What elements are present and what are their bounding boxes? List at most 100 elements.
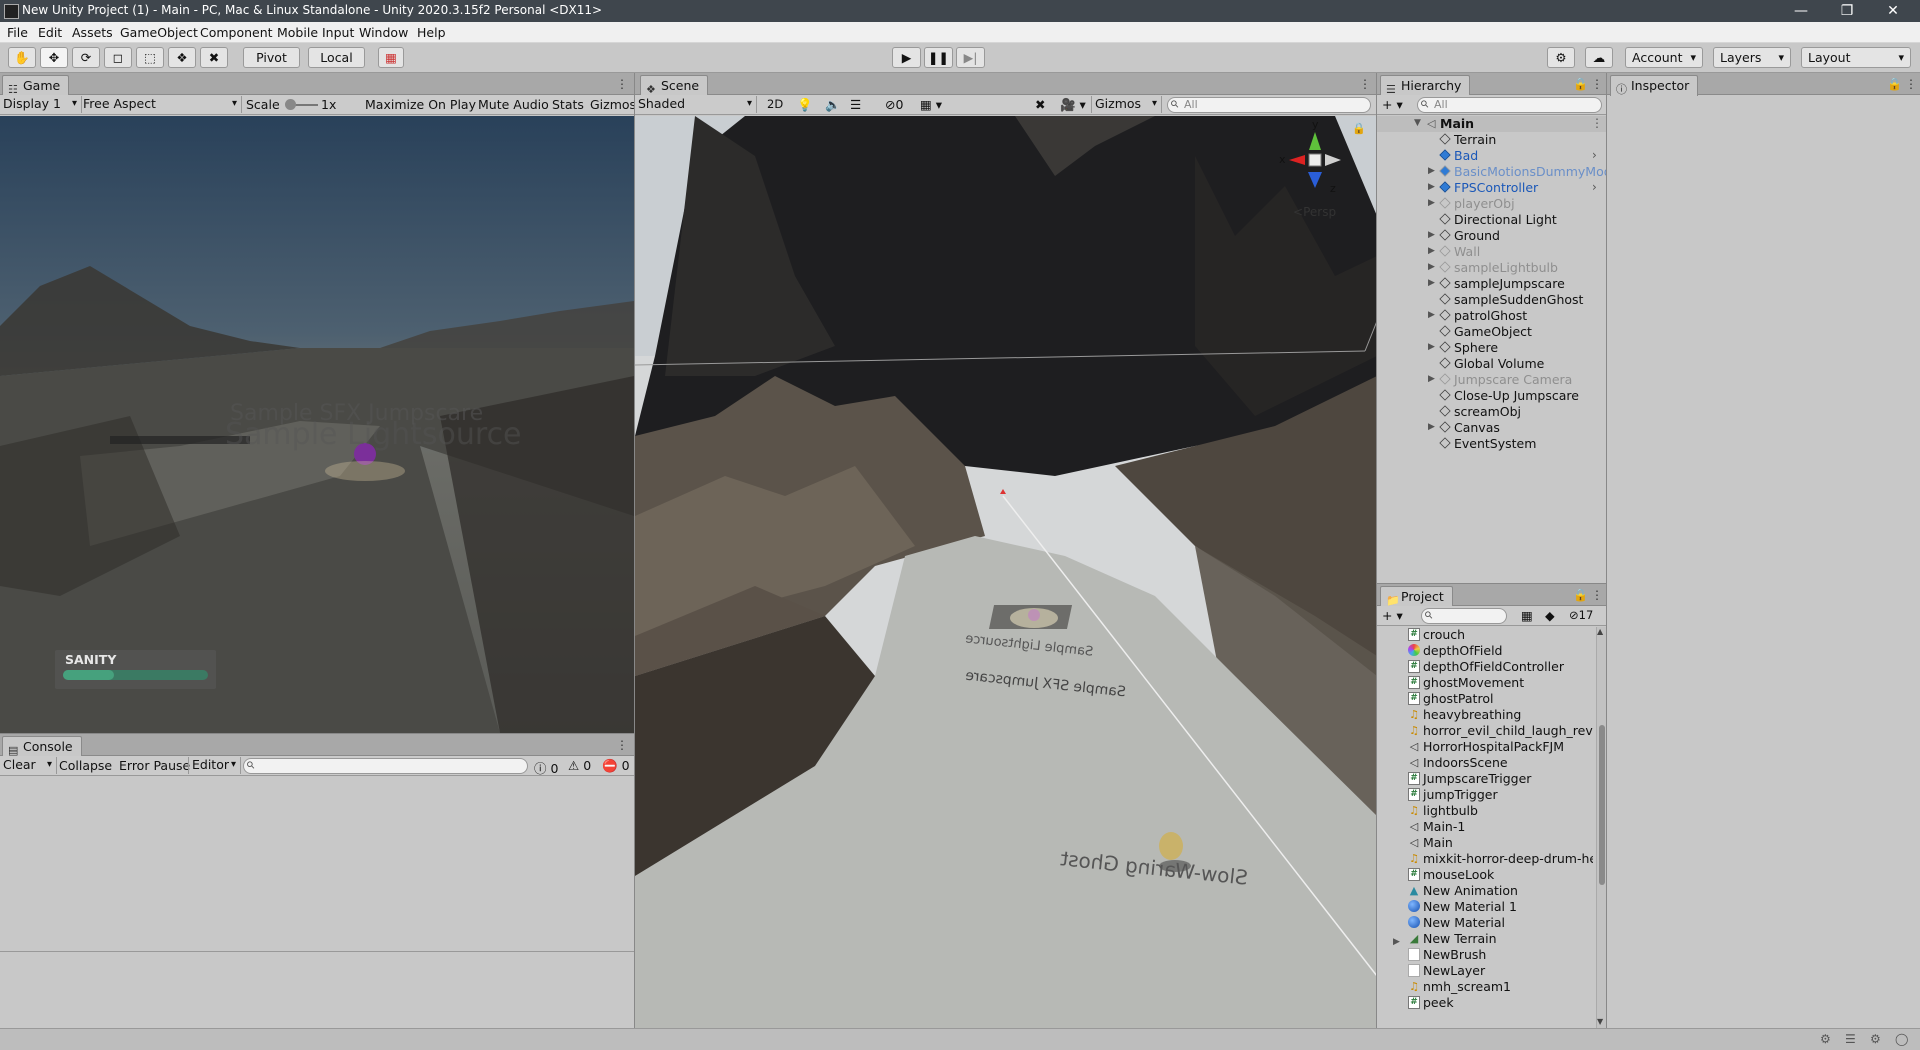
stats-toggle[interactable]: Stats [552,97,584,112]
hand-tool-button[interactable]: ✋ [8,47,36,68]
project-asset-item[interactable]: # ghostPatrol [1408,691,1593,707]
collapsed-arrow-icon[interactable]: ▶ [1428,374,1435,384]
project-asset-item[interactable]: ◁ Main [1408,835,1593,851]
project-asset-item[interactable]: New Material [1408,915,1593,931]
mute-audio-toggle[interactable]: Mute Audio [478,97,549,112]
hierarchy-item[interactable]: ▶ Sphere [1377,340,1607,356]
project-lock-icon[interactable]: 🔒 [1573,588,1588,602]
hierarchy-lock-icon[interactable]: 🔒 [1573,77,1588,91]
tools-button[interactable]: ✖ [1035,97,1045,112]
collapsed-arrow-icon[interactable]: ▶ [1428,342,1435,352]
warning-count[interactable]: ⚠ 0 [568,758,591,773]
display-dropdown[interactable]: Display 1 [0,96,82,113]
project-asset-item[interactable]: NewBrush [1408,947,1593,963]
project-asset-item[interactable]: ◁ IndoorsScene [1408,755,1593,771]
account-dropdown[interactable]: Account [1625,47,1703,68]
project-asset-item[interactable]: New Material 1 [1408,899,1593,915]
hierarchy-item[interactable]: Directional Light [1377,212,1607,228]
shading-dropdown[interactable]: Shaded [635,96,757,113]
project-asset-item[interactable]: # crouch [1408,627,1593,643]
project-scrollbar-thumb[interactable] [1599,725,1605,885]
minimize-button[interactable]: — [1778,0,1824,22]
scale-slider-handle[interactable] [285,99,296,110]
tab-inspector[interactable]: ⓘ Inspector [1610,75,1699,96]
scroll-up-arrow-icon[interactable]: ▲ [1597,627,1603,636]
tab-console[interactable]: ▤ Console [2,736,82,757]
scene-search-input[interactable]: All [1167,97,1371,113]
hierarchy-item[interactable]: ▶ patrolGhost [1377,308,1607,324]
inspector-lock-icon[interactable]: 🔒 [1887,77,1902,91]
pause-button[interactable]: ❚❚ [924,47,953,68]
menu-assets[interactable]: Assets [72,25,113,40]
error-pause-toggle[interactable]: Error Pause [119,758,190,773]
console-kebab-icon[interactable]: ⋮ [616,738,628,752]
hierarchy-item[interactable]: Global Volume [1377,356,1607,372]
menu-file[interactable]: File [7,25,28,40]
tab-scene[interactable]: ❖ Scene [640,75,709,96]
layers-status-icon[interactable]: ☰ [1845,1032,1856,1046]
play-button[interactable]: ▶ [892,47,921,68]
hierarchy-item[interactable]: Terrain [1377,132,1607,148]
hierarchy-item[interactable]: ▶ FPSController › [1377,180,1607,196]
menu-mobile-input[interactable]: Mobile Input [277,25,354,40]
lighting-toggle[interactable]: 💡 [797,97,813,113]
project-asset-item[interactable]: # mouseLook [1408,867,1593,883]
hierarchy-kebab-icon[interactable]: ⋮ [1591,77,1603,91]
project-asset-item[interactable]: NewLayer [1408,963,1593,979]
hierarchy-item[interactable]: Close-Up Jumpscare [1377,388,1607,404]
hierarchy-item[interactable]: ▶ sampleLightbulb [1377,260,1607,276]
open-prefab-arrow-icon[interactable]: › [1592,180,1597,194]
services-button[interactable]: ⚙ [1547,47,1575,68]
search-by-type-button[interactable]: ▦ [1521,608,1533,623]
collapsed-arrow-icon[interactable]: ▶ [1428,230,1435,240]
tab-project[interactable]: 📁 Project [1380,586,1453,607]
tab-hierarchy[interactable]: ☰ Hierarchy [1380,75,1471,96]
hierarchy-item[interactable]: ▶ Ground [1377,228,1607,244]
project-asset-item[interactable]: ◢ New Terrain [1408,931,1593,947]
menu-component[interactable]: Component [200,25,273,40]
collapse-toggle[interactable]: Collapse [59,758,112,773]
menu-window[interactable]: Window [359,25,408,40]
game-kebab-icon[interactable]: ⋮ [616,77,628,91]
hierarchy-root-main[interactable]: ▼ ◁ Main ⋮ [1377,116,1607,132]
collapsed-arrow-icon[interactable]: ▶ [1428,246,1435,256]
hierarchy-item[interactable]: EventSystem [1377,436,1607,452]
custom-tool-button[interactable]: ✖ [200,47,228,68]
project-asset-item[interactable]: # peek [1408,995,1593,1011]
visibility-toggle[interactable]: ⊘0 [885,97,903,112]
hierarchy-item[interactable]: ▶ sampleJumpscare [1377,276,1607,292]
editor-dropdown[interactable]: Editor [188,757,241,774]
project-hidden-toggle[interactable]: ⊘17 [1569,608,1593,622]
scale-tool-button[interactable]: ◻ [104,47,132,68]
layers-dropdown[interactable]: Layers [1713,47,1791,68]
maximize-on-play-toggle[interactable]: Maximize On Play [365,97,476,112]
local-toggle[interactable]: Local [308,47,365,68]
mode-2d-toggle[interactable]: 2D [767,97,783,111]
hierarchy-item[interactable]: ▶ Canvas [1377,420,1607,436]
transform-tool-button[interactable]: ❖ [168,47,196,68]
hierarchy-item[interactable]: sampleSuddenGhost [1377,292,1607,308]
hierarchy-item[interactable]: ▶ playerObj [1377,196,1607,212]
project-asset-item[interactable]: # JumpscareTrigger [1408,771,1593,787]
new-terrain-expand-arrow[interactable]: ▶ [1393,937,1400,947]
grid-dropdown[interactable]: ▦ ▾ [920,97,942,112]
persp-toggle[interactable]: <Persp [1293,205,1336,219]
project-asset-item[interactable]: ♫ mixkit-horror-deep-drum-heartbeat [1408,851,1593,867]
pivot-toggle[interactable]: Pivot [243,47,300,68]
hierarchy-item[interactable]: Bad › [1377,148,1607,164]
project-kebab-icon[interactable]: ⋮ [1591,588,1603,602]
progress-status-icon[interactable]: ◯ [1895,1032,1908,1046]
game-gizmos-toggle[interactable]: Gizmos [590,97,636,112]
root-kebab-icon[interactable]: ⋮ [1591,116,1603,130]
hierarchy-search-input[interactable]: All [1417,97,1602,113]
hierarchy-item[interactable]: ▶ Jumpscare Camera [1377,372,1607,388]
game-viewport[interactable]: Sample SFX Jumpscare Sample Lightsource … [0,116,634,733]
error-count[interactable]: ⛔ 0 [602,758,630,774]
project-create-dropdown[interactable]: + ▾ [1382,608,1403,623]
scene-kebab-icon[interactable]: ⋮ [1359,77,1371,91]
project-asset-item[interactable]: ◁ HorrorHospitalPackFJM [1408,739,1593,755]
scene-gizmos-dropdown[interactable]: Gizmos [1091,96,1162,113]
rotate-tool-button[interactable]: ⟳ [72,47,100,68]
project-asset-item[interactable]: ♫ heavybreathing [1408,707,1593,723]
menu-gameobject[interactable]: GameObject [120,25,198,40]
